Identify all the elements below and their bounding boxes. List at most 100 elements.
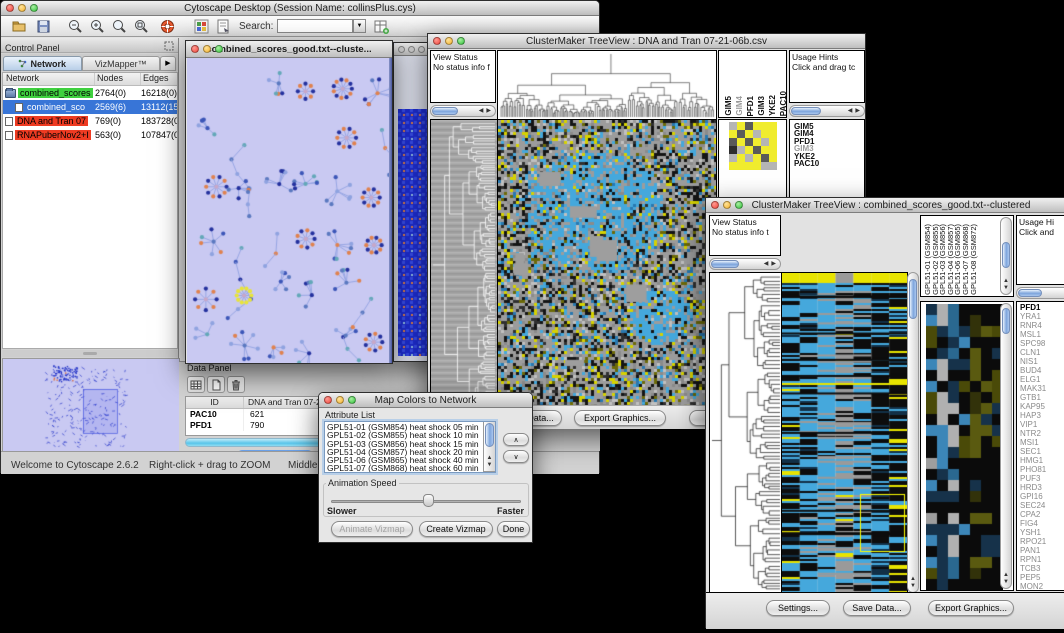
gene-label[interactable]: TCB3 — [1020, 564, 1064, 573]
tab-overflow-button[interactable]: ▶ — [160, 56, 176, 71]
gene-label[interactable]: RPO21 — [1020, 537, 1064, 546]
search-dropdown-button[interactable]: ▼ — [353, 19, 366, 33]
scroll-right-icon[interactable]: ▶ — [771, 260, 776, 268]
close-button[interactable] — [433, 37, 441, 45]
gene-label[interactable]: PEP5 — [1020, 573, 1064, 582]
gene-label[interactable]: MAK31 — [1020, 384, 1064, 393]
animate-vizmap-button[interactable]: Animate Vizmap — [331, 521, 413, 537]
network-list-row[interactable]: combined_scores2764(0)16218(0) — [3, 86, 177, 100]
gene-label[interactable]: MSL1 — [1020, 330, 1064, 339]
float-panel-icon[interactable] — [164, 41, 174, 51]
network-canvas[interactable] — [187, 58, 389, 363]
minimize-button[interactable] — [18, 4, 26, 12]
treeview1-titlebar[interactable]: ClusterMaker TreeView : DNA and Tran 07-… — [428, 34, 865, 49]
help-lifering-icon[interactable] — [159, 18, 176, 35]
minimize-button[interactable] — [723, 201, 731, 209]
tv2-row-dendrogram[interactable] — [709, 272, 782, 593]
tv1-left-hscroll[interactable]: ◀▶ — [430, 105, 496, 117]
close-button[interactable] — [191, 45, 199, 53]
close-button[interactable] — [711, 201, 719, 209]
main-titlebar[interactable]: Cytoscape Desktop (Session Name: collins… — [1, 1, 599, 16]
gene-label[interactable]: SEC1 — [1020, 447, 1064, 456]
close-button[interactable] — [6, 4, 14, 12]
tv2-left-hscroll[interactable]: ◀▶ — [709, 258, 781, 270]
tv2-right-hscroll[interactable] — [1016, 287, 1064, 299]
search-input[interactable] — [277, 19, 353, 33]
scroll-up-icon[interactable]: ▲ — [1003, 278, 1009, 284]
network-overview-thumbnail[interactable] — [2, 358, 180, 452]
tv1-right-hscroll[interactable]: ◀▶ — [789, 105, 865, 117]
zoom-button[interactable] — [348, 396, 356, 404]
gene-label[interactable]: PFD1 — [1020, 303, 1064, 312]
gene-label[interactable]: PAN1 — [1020, 546, 1064, 555]
close-button[interactable] — [398, 46, 405, 53]
zoom-button[interactable] — [735, 201, 743, 209]
gene-label[interactable]: GTB1 — [1020, 393, 1064, 402]
gene-label[interactable]: KAP95 — [1020, 402, 1064, 411]
slider-thumb[interactable] — [423, 494, 434, 507]
zoom-button[interactable] — [457, 37, 465, 45]
zoom-in-icon[interactable] — [89, 18, 106, 35]
zoom-fit-icon[interactable] — [111, 18, 128, 35]
gene-label[interactable]: CLN1 — [1020, 348, 1064, 357]
gene-label[interactable]: HRD3 — [1020, 483, 1064, 492]
gene-label[interactable]: PUF3 — [1020, 474, 1064, 483]
gene-label[interactable]: NTR2 — [1020, 429, 1064, 438]
attribute-listbox[interactable]: GPL51-01 (GSM854) heat shock 05 minGPL51… — [324, 421, 496, 473]
scroll-right-icon[interactable]: ▶ — [855, 107, 860, 115]
attribute-item[interactable]: GPL51-07 (GSM868) heat shock 60 min — [327, 464, 495, 472]
close-button[interactable] — [324, 396, 332, 404]
gene-label[interactable]: BUD4 — [1020, 366, 1064, 375]
treeview2-titlebar[interactable]: ClusterMaker TreeView : combined_scores_… — [706, 198, 1064, 213]
gene-label[interactable]: RPN1 — [1020, 555, 1064, 564]
tv1-export-graphics-button[interactable]: Export Graphics... — [574, 410, 666, 426]
gene-label[interactable]: MSI1 — [1020, 438, 1064, 447]
window-controls[interactable] — [1, 4, 38, 12]
new-attribute-button[interactable] — [207, 376, 225, 393]
gene-label[interactable]: HMG1 — [1020, 456, 1064, 465]
scroll-down-icon[interactable]: ▼ — [1003, 579, 1009, 585]
attribute-list-vscroll[interactable]: ▲▼ — [483, 422, 495, 472]
gene-label[interactable]: YRA1 — [1020, 312, 1064, 321]
tv2-save-data-button[interactable]: Save Data... — [843, 600, 911, 616]
zoom-selected-icon[interactable] — [133, 18, 150, 35]
tv2-zoom-vscroll[interactable]: ▲▼ — [1000, 303, 1012, 589]
move-attribute-up-button[interactable]: ∧ — [503, 433, 529, 446]
gene-label[interactable]: GPI16 — [1020, 492, 1064, 501]
panel-splitter[interactable] — [2, 350, 178, 357]
tv2-zoom-heatmap[interactable] — [926, 304, 1003, 590]
delete-attribute-button[interactable] — [227, 376, 245, 393]
animation-speed-slider[interactable] — [331, 494, 521, 508]
gene-list[interactable]: PFD1YRA1RNR4MSL1SPC98CLN1NIS1BUD4ELG1MAK… — [1017, 302, 1064, 591]
tv2-global-heatmap[interactable] — [781, 272, 908, 593]
scroll-up-icon[interactable]: ▲ — [487, 455, 493, 461]
tv1-zoom-heatmap[interactable] — [729, 122, 777, 170]
attribute-table-icon[interactable] — [373, 18, 390, 35]
gene-label[interactable]: FIG4 — [1020, 519, 1064, 528]
tv2-settings-button[interactable]: Settings... — [766, 600, 830, 616]
scroll-down-icon[interactable]: ▼ — [487, 462, 493, 468]
gene-label[interactable]: RNR4 — [1020, 321, 1064, 330]
gene-label[interactable]: ELG1 — [1020, 375, 1064, 384]
zoom-out-icon[interactable] — [67, 18, 84, 35]
done-button[interactable]: Done — [497, 521, 530, 537]
gene-label[interactable]: SEC24 — [1020, 501, 1064, 510]
minimize-button[interactable] — [203, 45, 211, 53]
tab-network[interactable]: Network — [3, 56, 82, 71]
scroll-right-icon[interactable]: ▶ — [486, 107, 491, 115]
scroll-down-icon[interactable]: ▼ — [910, 583, 916, 589]
tv1-column-dendrogram[interactable] — [497, 50, 717, 120]
gene-label[interactable]: NIS1 — [1020, 357, 1064, 366]
scroll-left-icon[interactable]: ◀ — [848, 107, 853, 115]
scroll-left-icon[interactable]: ◀ — [764, 260, 769, 268]
scroll-up-icon[interactable]: ▲ — [1003, 572, 1009, 578]
gene-label[interactable]: CPA2 — [1020, 510, 1064, 519]
tv2-collabel-vscroll[interactable]: ▲▼ — [1000, 217, 1012, 295]
tv1-global-heatmap[interactable] — [497, 119, 717, 407]
tab-vizmapper[interactable]: VizMapper™ — [82, 56, 161, 71]
gene-label[interactable]: MON2 — [1020, 582, 1064, 591]
minimize-button[interactable] — [408, 46, 415, 53]
create-vizmap-button[interactable]: Create Vizmap — [419, 521, 493, 537]
gene-label[interactable]: VIP1 — [1020, 420, 1064, 429]
vizmap-shortcut-icon[interactable] — [193, 18, 210, 35]
